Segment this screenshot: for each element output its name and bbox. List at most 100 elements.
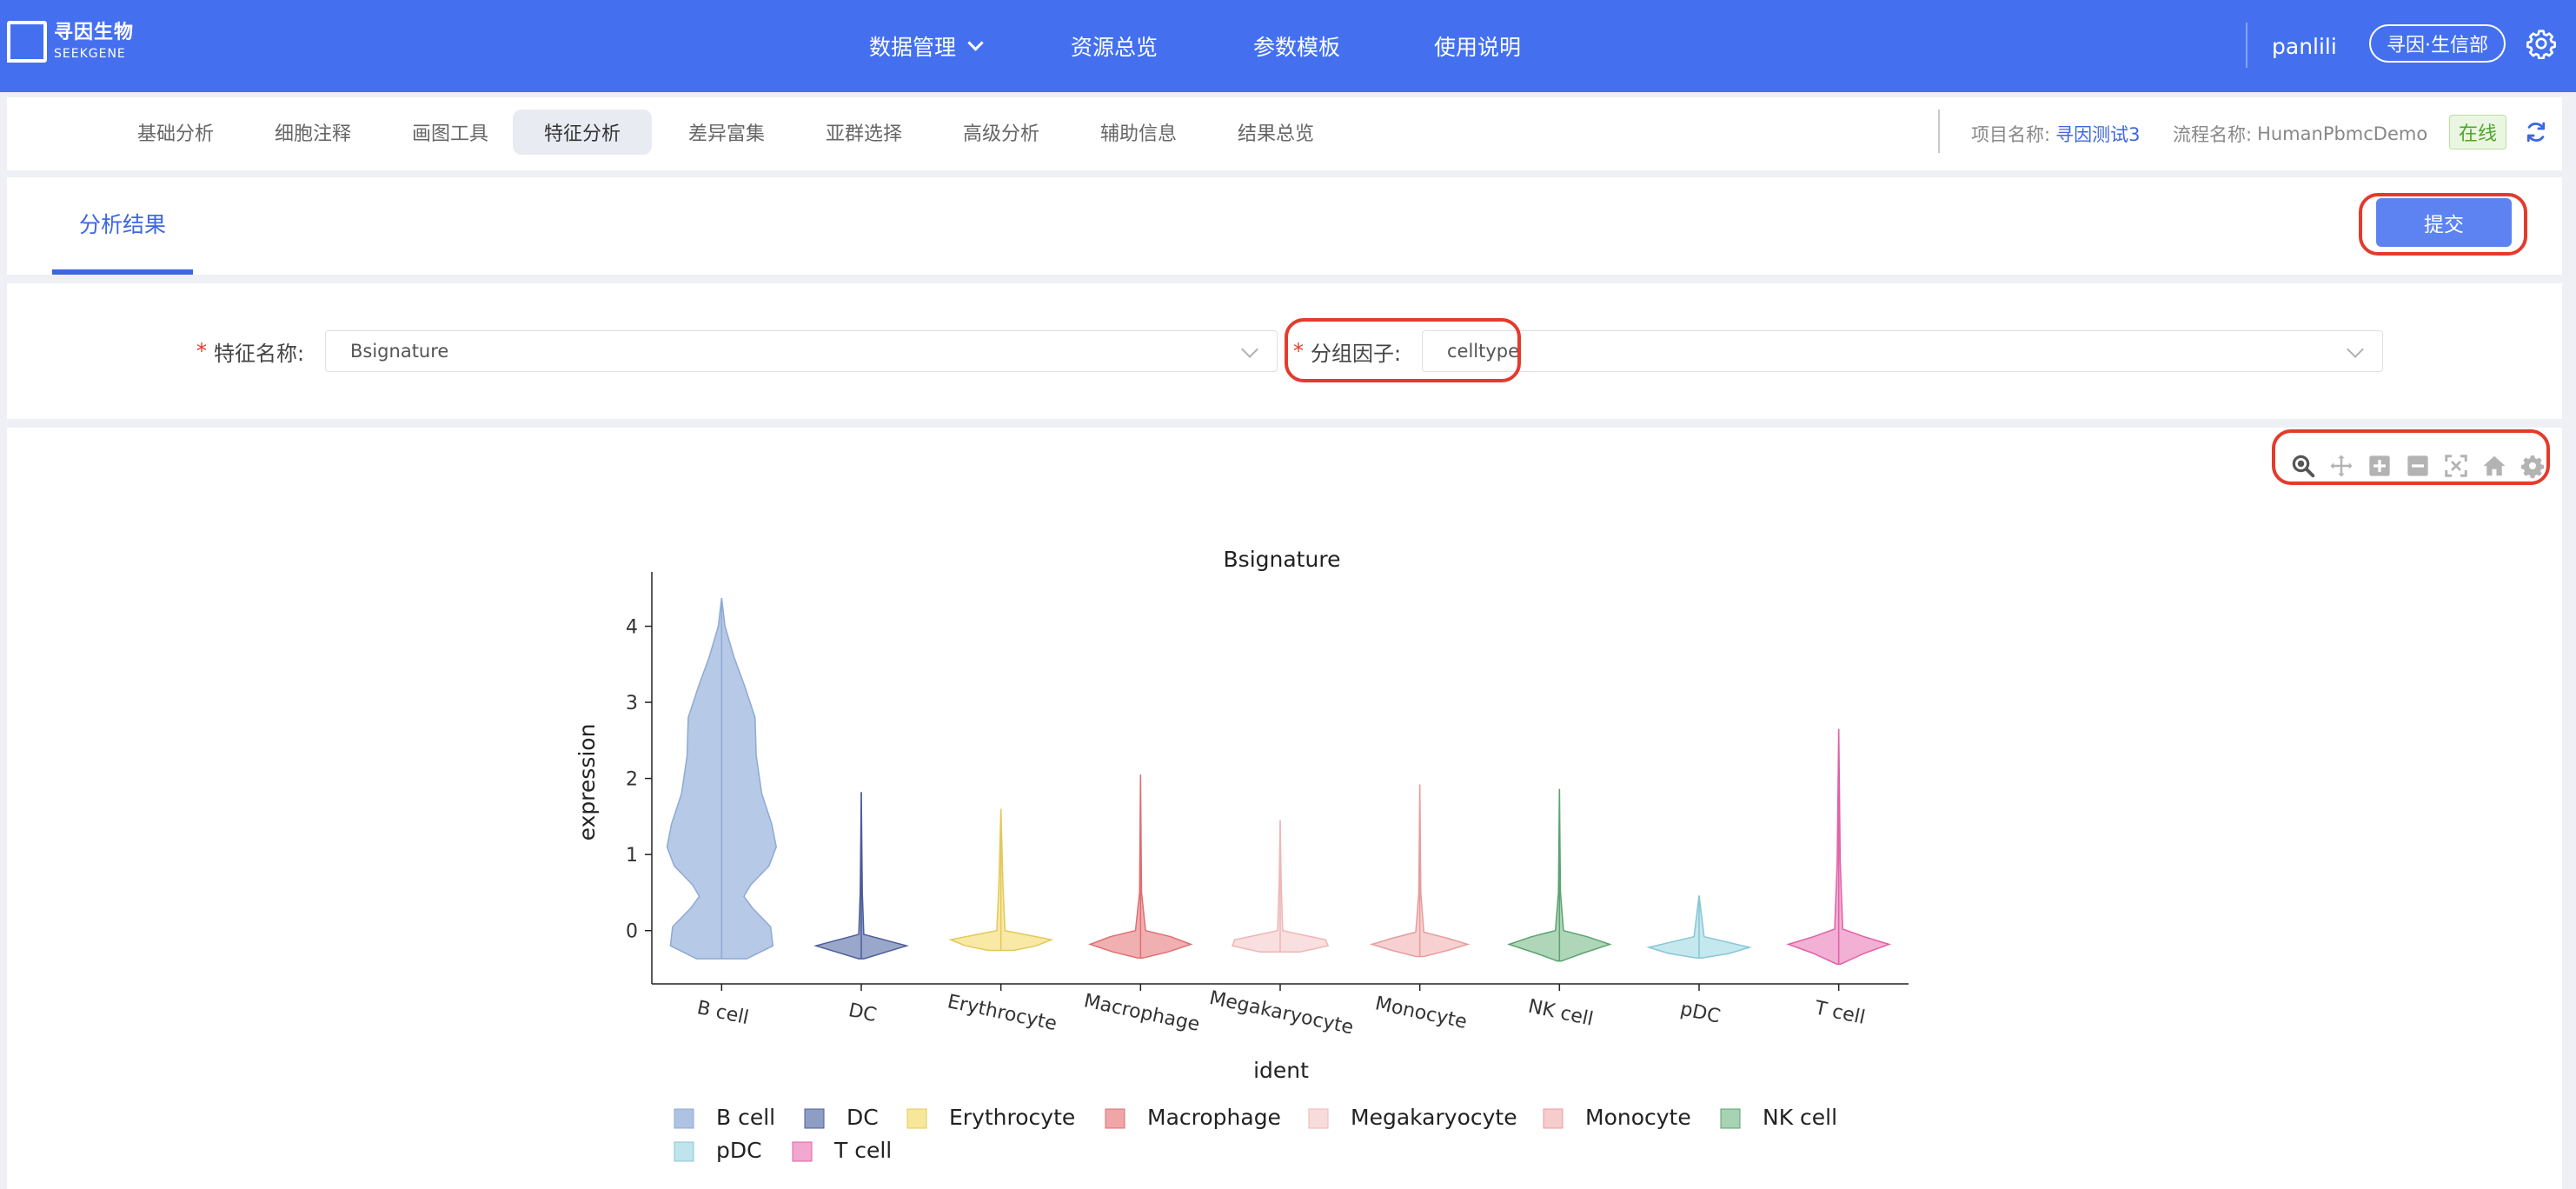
y-tick-label: 4 — [626, 617, 638, 639]
tab-advanced-analysis[interactable]: 高级分析 — [932, 110, 1071, 155]
legend-swatch — [674, 1141, 694, 1162]
project-name-link[interactable]: 寻因测试3 — [2055, 121, 2140, 147]
tab-label: 画图工具 — [412, 123, 489, 145]
x-tick-label: B cell — [695, 997, 751, 1029]
legend-label: B cell — [716, 1105, 775, 1130]
feature-name-label: * 特征名称: — [196, 283, 304, 419]
chart-title: Bsignature — [1224, 547, 1341, 572]
menu-label: 参数模板 — [1253, 35, 1341, 60]
required-asterisk: * — [196, 339, 207, 363]
org-switch-button[interactable]: 寻因·生信部 — [2369, 24, 2506, 63]
project-label: 项目名称: — [1971, 124, 2051, 145]
status-badge: 在线 — [2449, 115, 2507, 149]
tab-analysis-result[interactable]: 分析结果 — [52, 177, 193, 275]
legend-item[interactable]: B cell — [674, 1105, 775, 1130]
legend-label: DC — [846, 1105, 879, 1130]
chevron-down-icon — [2347, 341, 2364, 358]
legend-item[interactable]: pDC — [674, 1138, 762, 1163]
legend-swatch — [1308, 1108, 1329, 1129]
group-select-value: celltype — [1447, 341, 1520, 362]
menu-user-guide[interactable]: 使用说明 — [1434, 0, 1521, 92]
legend-label: T cell — [833, 1138, 892, 1163]
x-tick-label: NK cell — [1526, 996, 1595, 1031]
user-name[interactable]: panlili — [2272, 0, 2337, 92]
parameter-form: * 特征名称: Bsignature * 分组因子: celltype — [7, 283, 2562, 419]
feature-label-text: 特征名称: — [214, 341, 305, 366]
legend-swatch — [804, 1108, 825, 1129]
tab-label: 亚群选择 — [826, 123, 903, 145]
violin-b-cell[interactable] — [666, 598, 777, 960]
legend-item[interactable]: Monocyte — [1543, 1105, 1691, 1130]
legend-item[interactable]: NK cell — [1720, 1105, 1837, 1130]
tab-label: 基础分析 — [137, 123, 215, 145]
y-tick-label: 0 — [626, 921, 638, 943]
legend-label: NK cell — [1763, 1105, 1837, 1130]
tab-label: 高级分析 — [963, 123, 1040, 145]
submit-button[interactable]: 提交 — [2376, 198, 2512, 247]
legend-item[interactable]: DC — [804, 1105, 879, 1130]
violin-erythrocyte[interactable] — [948, 808, 1054, 952]
refresh-icon[interactable] — [2524, 120, 2548, 144]
nav-divider — [2246, 23, 2247, 68]
legend-item[interactable]: Megakaryocyte — [1308, 1105, 1517, 1130]
y-axis-label: expression — [574, 724, 600, 841]
tab-basic-analysis[interactable]: 基础分析 — [106, 110, 245, 155]
legend-label: Macrophage — [1147, 1105, 1281, 1130]
violin-megakaryocyte[interactable] — [1231, 820, 1330, 953]
tab-label: 特征分析 — [544, 123, 621, 145]
chevron-down-icon — [967, 34, 984, 51]
violin-chart: Bsignature 0 1 2 3 4 B cell DC Erythrocyte Macro… — [574, 547, 1909, 1163]
legend-item[interactable]: T cell — [792, 1138, 892, 1163]
feature-name-select[interactable]: Bsignature — [325, 330, 1278, 372]
required-asterisk: * — [1293, 339, 1304, 363]
legend-label: Megakaryocyte — [1351, 1105, 1517, 1130]
subnav-divider — [1938, 110, 1940, 153]
y-tick-label: 2 — [626, 769, 638, 791]
tab-subcluster-select[interactable]: 亚群选择 — [794, 110, 933, 155]
x-tick-label: Erythrocyte — [946, 991, 1059, 1035]
y-tick-label: 3 — [626, 693, 638, 714]
analysis-subnav: 基础分析 细胞注释 画图工具 特征分析 差异富集 亚群选择 高级分析 辅助信息 … — [7, 97, 2562, 170]
violin-t-cell[interactable] — [1786, 728, 1892, 965]
group-label-text: 分组因子: — [1311, 341, 1402, 366]
menu-param-template[interactable]: 参数模板 — [1253, 0, 1340, 92]
legend-swatch — [906, 1108, 927, 1129]
group-factor-select[interactable]: celltype — [1422, 330, 2383, 372]
menu-resource-overview[interactable]: 资源总览 — [1071, 0, 1158, 92]
menu-data-management[interactable]: 数据管理 — [869, 0, 984, 92]
gear-icon[interactable] — [2526, 28, 2557, 59]
tab-label: 细胞注释 — [275, 123, 352, 145]
tab-auxiliary-info[interactable]: 辅助信息 — [1069, 110, 1208, 155]
legend-item[interactable]: Erythrocyte — [906, 1105, 1075, 1130]
menu-label: 资源总览 — [1071, 35, 1159, 60]
tab-label: 结果总览 — [1238, 123, 1315, 145]
tab-result-overview[interactable]: 结果总览 — [1206, 110, 1345, 155]
x-tick-label: Megakaryocyte — [1207, 987, 1355, 1040]
violin-dc[interactable] — [813, 792, 909, 960]
tab-feature-analysis[interactable]: 特征分析 — [513, 110, 653, 155]
y-tick-label: 1 — [626, 845, 638, 867]
tab-label: 差异富集 — [688, 123, 766, 145]
plot-area: 0 1 2 3 4 B cell DC Erythrocyte Macrophage Megaka… — [626, 572, 1909, 1039]
legend-item[interactable]: Macrophage — [1105, 1105, 1281, 1130]
x-tick-label: pDC — [1678, 999, 1722, 1028]
tab-diff-enrichment[interactable]: 差异富集 — [657, 110, 796, 155]
legend-swatch — [674, 1108, 694, 1129]
violin-pdc[interactable] — [1646, 895, 1752, 959]
project-info: 项目名称: 寻因测试3 — [1971, 97, 2140, 170]
legend-label: Erythrocyte — [949, 1105, 1075, 1130]
logo-text-en: SEEKGENE — [54, 47, 126, 61]
x-axis-label: ident — [1253, 1058, 1309, 1083]
tab-cell-annotation[interactable]: 细胞注释 — [243, 110, 382, 155]
legend-swatch — [1543, 1108, 1564, 1129]
violin-nk-cell[interactable] — [1506, 788, 1612, 962]
x-tick-label: Monocyte — [1373, 993, 1469, 1033]
tab-label: 辅助信息 — [1100, 123, 1178, 145]
tab-plot-tools[interactable]: 画图工具 — [381, 110, 520, 155]
logo-text-cn: 寻因生物 — [54, 22, 135, 43]
violin-monocyte[interactable] — [1370, 784, 1471, 958]
feature-select-value: Bsignature — [350, 341, 449, 362]
x-tick-label: DC — [846, 1000, 879, 1026]
violin-macrophage[interactable] — [1088, 774, 1193, 959]
logo[interactable]: 寻因生物 SEEKGENE — [7, 21, 134, 63]
